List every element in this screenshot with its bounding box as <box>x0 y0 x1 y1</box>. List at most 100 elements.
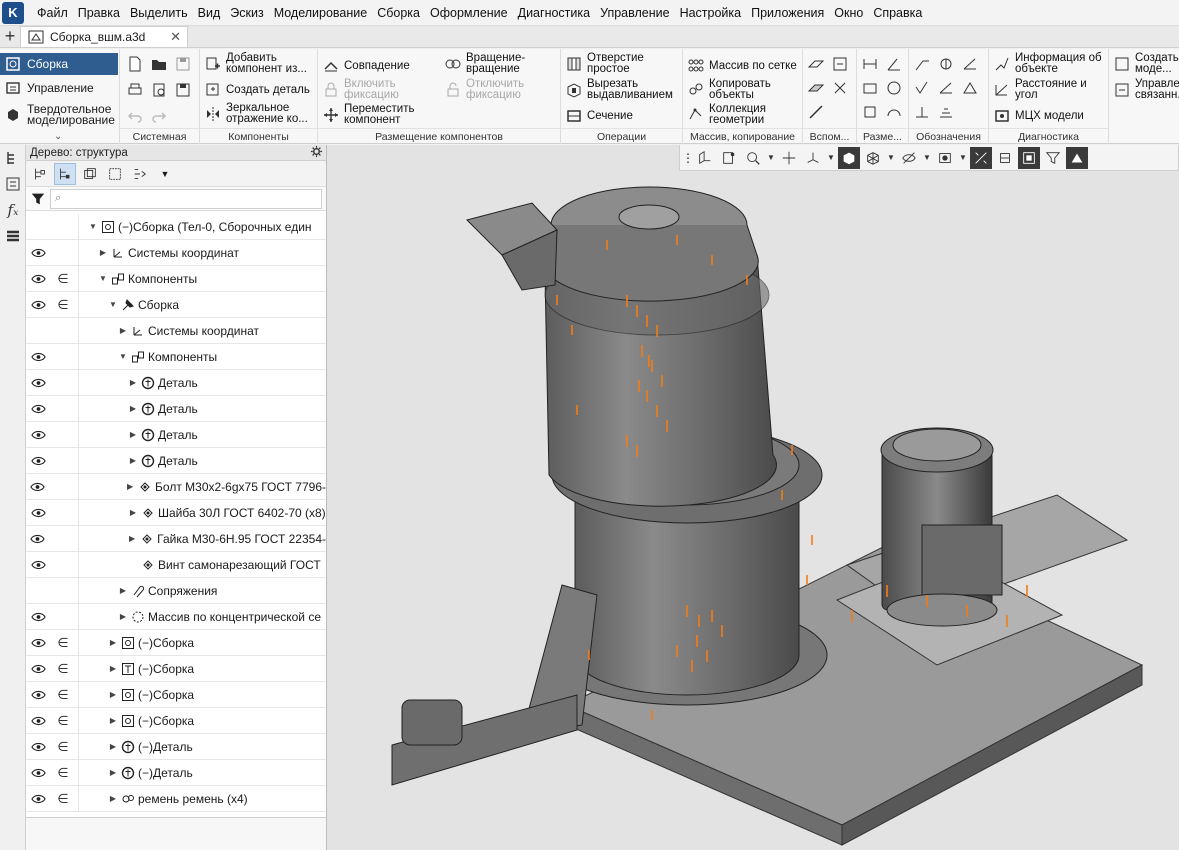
object-info-button[interactable]: Информация об объекте <box>993 52 1107 75</box>
menu-item[interactable]: Файл <box>32 6 73 20</box>
tree-node[interactable]: ▼ Компоненты <box>118 350 217 364</box>
measure-button[interactable] <box>970 146 992 169</box>
expand-right-icon[interactable]: ▶ <box>108 768 118 777</box>
menu-item[interactable]: Эскиз <box>225 6 268 20</box>
include-in-calc-icon[interactable]: ∈ <box>50 791 76 807</box>
save-as-button[interactable] <box>174 81 192 99</box>
expand-right-icon[interactable]: ▶ <box>108 794 118 803</box>
tree-row[interactable]: Винт самонарезающий ГОСТ <box>26 552 326 578</box>
shaded-edges-button[interactable] <box>838 146 860 169</box>
expand-right-icon[interactable]: ▶ <box>118 612 128 621</box>
tree-node[interactable]: ▶ Системы координат <box>98 246 239 260</box>
position-button[interactable] <box>937 55 955 73</box>
expand-down-icon[interactable]: ▼ <box>88 222 98 231</box>
tree-row[interactable]: ▶ Системы координат <box>26 240 326 266</box>
create-part-button[interactable]: Создать деталь <box>204 81 316 99</box>
include-in-calc-icon[interactable]: ∈ <box>50 687 76 703</box>
include-in-calc-icon[interactable]: ∈ <box>50 297 76 313</box>
menu-item[interactable]: Управление <box>595 6 675 20</box>
wireframe-button[interactable] <box>862 147 884 169</box>
include-in-calc-icon[interactable]: ∈ <box>50 765 76 781</box>
aux-plane2-button[interactable] <box>807 79 825 97</box>
visibility-eye-icon[interactable] <box>26 508 50 518</box>
tree-node[interactable]: ▼ (−)Сборка (Тел-0, Сборочных един <box>88 220 312 234</box>
tree-row[interactable]: ▶ Шайба 30Л ГОСТ 6402-70 (х8) <box>26 500 326 526</box>
move-component-button[interactable]: Переместить компонент <box>322 103 437 126</box>
mode-solid-modeling[interactable]: Твердотельное моделирование <box>0 101 118 129</box>
menu-item[interactable]: Выделить <box>125 6 193 20</box>
visibility-eye-icon[interactable] <box>26 274 50 284</box>
arc-dim-button[interactable] <box>885 103 903 121</box>
feed-hopper[interactable] <box>466 202 558 291</box>
tree-filter-type-button[interactable] <box>129 163 151 185</box>
tree-node[interactable]: ▶ (−)Деталь <box>108 766 193 780</box>
visibility-eye-icon[interactable] <box>26 560 50 570</box>
section-view-button[interactable] <box>994 147 1016 169</box>
radius-dim-button[interactable] <box>885 79 903 97</box>
expand-right-icon[interactable]: ▶ <box>128 508 138 517</box>
tree-structure-button[interactable] <box>29 163 51 185</box>
expand-right-icon[interactable]: ▶ <box>108 742 118 751</box>
expand-right-icon[interactable]: ▶ <box>118 326 128 335</box>
menu-item[interactable]: Окно <box>829 6 868 20</box>
visibility-eye-icon[interactable] <box>26 300 50 310</box>
visibility-eye-icon[interactable] <box>26 352 50 362</box>
mode-assembly[interactable]: Сборка <box>0 53 118 75</box>
coincidence-button[interactable]: Совпадение <box>322 57 410 75</box>
expand-right-icon[interactable]: ▶ <box>128 378 138 387</box>
tree-row[interactable]: ∈ ▶ (−)Сборка <box>26 682 326 708</box>
perspective-button[interactable] <box>1018 146 1040 169</box>
close-tab-icon[interactable]: ✕ <box>170 29 181 45</box>
tree-node[interactable]: ▶ Сопряжения <box>118 584 217 598</box>
zoom-button[interactable] <box>742 147 764 169</box>
tree-node[interactable]: Винт самонарезающий ГОСТ <box>128 558 321 572</box>
geometry-collection-button[interactable]: Коллекция геометрии <box>687 103 801 126</box>
expand-right-icon[interactable]: ▶ <box>108 716 118 725</box>
tree-node[interactable]: ▶ (−)Сборка <box>108 662 194 676</box>
visibility-eye-icon[interactable] <box>26 638 50 648</box>
tree-row[interactable]: ▼ Компоненты <box>26 344 326 370</box>
visibility-eye-icon[interactable] <box>26 378 50 388</box>
gear-icon[interactable] <box>310 145 323 161</box>
tree-row[interactable]: ▶ Массив по концентрической се <box>26 604 326 630</box>
tree-node[interactable]: ▶ (−)Сборка <box>108 714 194 728</box>
menu-item[interactable]: Моделирование <box>269 6 373 20</box>
preview-button[interactable] <box>150 81 168 99</box>
pan-button[interactable] <box>778 147 800 169</box>
menu-item[interactable]: Сборка <box>372 6 425 20</box>
mark-button[interactable] <box>961 55 979 73</box>
tree-row[interactable]: ▶ Деталь <box>26 370 326 396</box>
create-by-model-button[interactable]: Создать по моде... <box>1113 52 1179 75</box>
extra-view-button[interactable] <box>1066 146 1088 169</box>
visibility-eye-icon[interactable] <box>26 482 49 492</box>
include-in-calc-icon[interactable]: ∈ <box>50 739 76 755</box>
tree-node[interactable]: ▶ Деталь <box>128 454 198 468</box>
visibility-eye-icon[interactable] <box>26 794 50 804</box>
roughness-button[interactable] <box>913 79 931 97</box>
tree-node[interactable]: ▶ (−)Деталь <box>108 740 193 754</box>
document-tab[interactable]: Сборка_вшм.a3d ✕ <box>20 26 188 47</box>
new-file-button[interactable] <box>126 55 144 73</box>
tree-row[interactable]: ▶ Деталь <box>26 396 326 422</box>
weld-button[interactable] <box>961 79 979 97</box>
aux-plane-button[interactable] <box>807 55 825 73</box>
3d-model-scene[interactable] <box>327 145 1179 850</box>
tree-search-input[interactable]: ⌕ <box>50 188 322 209</box>
screw-feeder[interactable] <box>391 584 598 786</box>
expand-down-icon[interactable]: ▼ <box>108 300 118 309</box>
mass-props-button[interactable]: МЦХ модели <box>993 107 1084 125</box>
visibility-eye-icon[interactable] <box>26 690 50 700</box>
tree-group-button[interactable] <box>79 163 101 185</box>
visibility-eye-icon[interactable] <box>26 664 50 674</box>
visibility-eye-icon[interactable] <box>26 430 50 440</box>
linked-manage-button[interactable]: Управле... связанн... <box>1113 78 1179 101</box>
tree-row[interactable]: ∈ ▶ (−)Деталь <box>26 760 326 786</box>
tree-row[interactable]: ∈ ▶ (−)Сборка <box>26 708 326 734</box>
copy-objects-button[interactable]: Копировать объекты <box>687 78 801 101</box>
tree-node[interactable]: ▶ Гайка М30-6Н.95 ГОСТ 22354- <box>127 532 326 546</box>
mirror-component-button[interactable]: Зеркальное отражение ко... <box>204 102 316 125</box>
linear-dim-button[interactable] <box>861 55 879 73</box>
menu-item[interactable]: Правка <box>73 6 125 20</box>
tree-row[interactable]: ▶ Болт М30х2-6gх75 ГОСТ 7796- <box>26 474 326 500</box>
properties-panel-icon[interactable] <box>0 171 26 197</box>
